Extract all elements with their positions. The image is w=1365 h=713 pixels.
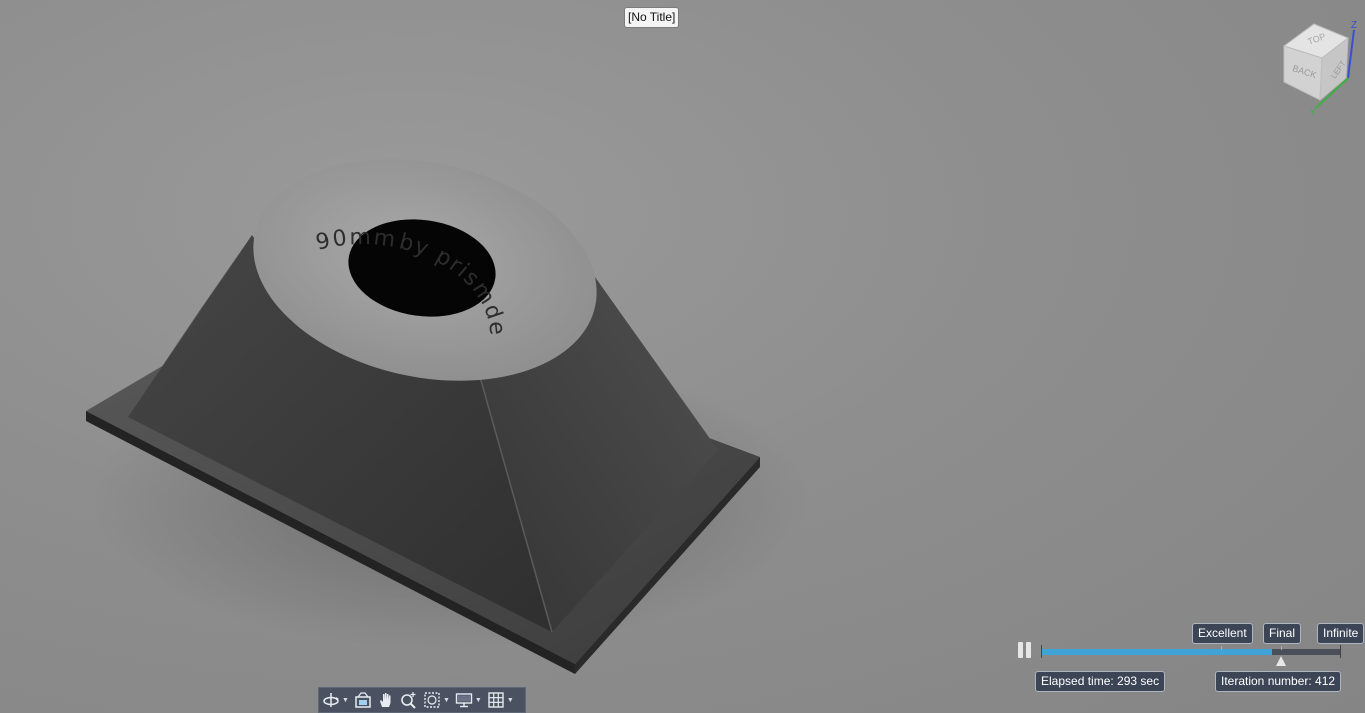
fit-window-icon xyxy=(424,692,440,708)
viewport-title[interactable]: [No Title] xyxy=(624,7,680,28)
elapsed-time: Elapsed time: 293 sec xyxy=(1035,671,1166,692)
look-at-button[interactable] xyxy=(354,689,372,711)
orbit-icon xyxy=(323,693,339,707)
final-quality-marker[interactable] xyxy=(1276,656,1286,666)
y-axis-label: Y xyxy=(1310,107,1316,116)
pan-hand-icon xyxy=(379,693,391,707)
display-settings-button[interactable]: ▼ xyxy=(455,689,482,711)
z-axis-line xyxy=(1347,29,1355,79)
render-progress-fill xyxy=(1041,649,1272,655)
render-progress-track[interactable] xyxy=(1041,645,1341,666)
zoom-button[interactable] xyxy=(400,689,418,711)
display-settings-icon xyxy=(455,693,473,708)
pause-icon xyxy=(1018,642,1023,658)
grid-button[interactable]: ▼ xyxy=(487,689,514,711)
model-render[interactable]: 90mm by prismdesign xyxy=(0,0,1365,713)
orbit-button[interactable]: ▼ xyxy=(322,689,349,711)
viewcube[interactable]: TOP BACK LEFT Z Y xyxy=(1278,16,1362,116)
pause-button[interactable] xyxy=(1017,641,1033,659)
quality-infinite[interactable]: Infinite xyxy=(1317,623,1365,644)
navigation-toolbar: ▼ ▼ ▼ ▼ xyxy=(318,687,526,713)
orbit-dropdown-icon[interactable]: ▼ xyxy=(342,697,349,704)
fit-window-dropdown-icon[interactable]: ▼ xyxy=(443,697,450,704)
z-axis-label: Z xyxy=(1351,20,1357,31)
render-viewport[interactable]: 90mm by prismdesign [No Title] TOP BACK … xyxy=(0,0,1365,713)
render-progress: Excellent Final Infinite Elapsed time: 2… xyxy=(1010,618,1365,698)
look-at-icon xyxy=(355,692,371,708)
grid-dropdown-icon[interactable]: ▼ xyxy=(507,697,514,704)
zoom-icon xyxy=(401,692,416,709)
display-settings-dropdown-icon[interactable]: ▼ xyxy=(475,697,482,704)
pan-button[interactable] xyxy=(377,689,395,711)
quality-excellent[interactable]: Excellent xyxy=(1192,623,1253,644)
fit-window-button[interactable]: ▼ xyxy=(423,689,450,711)
grid-icon xyxy=(488,692,504,708)
iteration-number: Iteration number: 412 xyxy=(1215,671,1342,692)
quality-final[interactable]: Final xyxy=(1263,623,1302,644)
